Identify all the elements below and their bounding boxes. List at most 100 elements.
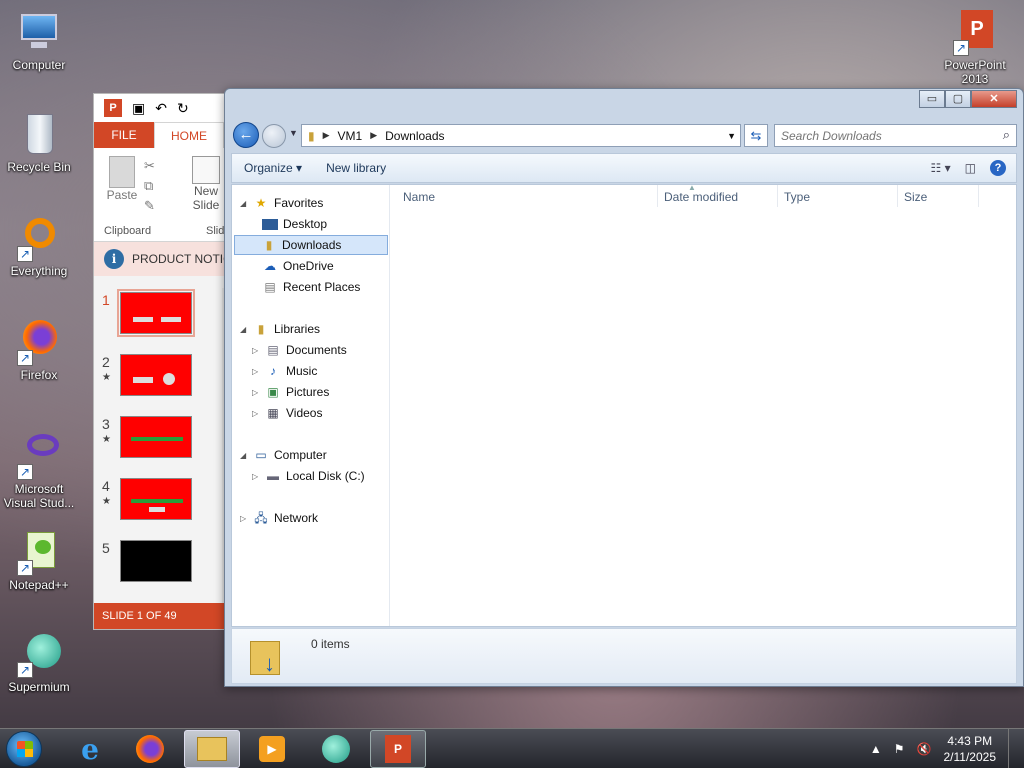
- undo-icon[interactable]: ↶: [155, 100, 167, 117]
- animation-star-icon: ★: [102, 496, 111, 507]
- tab-file[interactable]: FILE: [94, 122, 154, 148]
- expanded-triangle-icon[interactable]: ◢: [240, 451, 248, 460]
- nav-pictures[interactable]: ▷ ▣ Pictures: [252, 382, 329, 402]
- collapsed-triangle-icon[interactable]: ▷: [252, 472, 260, 481]
- desktop-icon-supermium[interactable]: ↗ Supermium: [0, 630, 78, 694]
- search-input[interactable]: [775, 125, 980, 146]
- slide-thumb-row[interactable]: 2 ★: [102, 354, 192, 396]
- breadcrumb-separator-icon[interactable]: ▶: [323, 130, 330, 141]
- nav-videos[interactable]: ▷ ▦ Videos: [252, 403, 322, 423]
- help-icon[interactable]: ?: [990, 160, 1006, 176]
- collapsed-triangle-icon[interactable]: ▷: [240, 514, 248, 523]
- volume-muted-icon[interactable]: 🔇: [917, 742, 932, 756]
- new-library-button[interactable]: New library: [314, 161, 398, 175]
- desktop-icon-everything[interactable]: ↗ Everything: [0, 214, 78, 278]
- search-icon[interactable]: ⌕: [1003, 127, 1010, 143]
- copy-icon[interactable]: ⧉: [144, 176, 155, 196]
- powerpoint-window[interactable]: P ▣ ↶ ↻ FILE HOME Paste ✂ ⧉ ✎ New Slide …: [93, 93, 233, 630]
- paste-button[interactable]: Paste: [104, 156, 140, 202]
- desktop-icon-recycle-bin[interactable]: Recycle Bin: [0, 110, 78, 174]
- nav-favorites[interactable]: ◢ ★ Favorites: [240, 193, 323, 213]
- column-size[interactable]: Size: [904, 190, 927, 204]
- recent-pages-dropdown[interactable]: ▼: [289, 128, 298, 138]
- back-button[interactable]: ←: [233, 122, 259, 148]
- new-slide-button[interactable]: New Slide: [186, 156, 226, 212]
- items-count: 0 items: [311, 637, 350, 651]
- desktop-icon-powerpoint[interactable]: P ↗ PowerPoint 2013: [936, 8, 1014, 86]
- taskbar-media-player[interactable]: ▶: [244, 730, 300, 768]
- slide-thumbnail[interactable]: [120, 540, 192, 582]
- nav-local-disk[interactable]: ▷ ▬ Local Disk (C:): [252, 466, 365, 486]
- address-bar[interactable]: ▮ ▶ VM1 ▶ Downloads ▼: [301, 124, 741, 147]
- expanded-triangle-icon[interactable]: ◢: [240, 199, 248, 208]
- show-hidden-icons-icon[interactable]: ▲: [870, 742, 882, 756]
- maximize-button[interactable]: ▢: [945, 90, 971, 108]
- column-divider[interactable]: [777, 185, 778, 207]
- save-icon[interactable]: ▣: [132, 100, 145, 117]
- slide-thumbnail[interactable]: [120, 354, 192, 396]
- search-box[interactable]: ⌕: [774, 124, 1017, 147]
- desktop-icon-visual-studio[interactable]: ↗ Microsoft Visual Stud...: [0, 432, 78, 510]
- slide-thumb-row[interactable]: 5: [102, 540, 192, 582]
- start-button[interactable]: [6, 731, 42, 767]
- breadcrumb-downloads[interactable]: Downloads: [385, 129, 444, 143]
- column-divider[interactable]: [657, 185, 658, 207]
- desktop-icon-firefox[interactable]: ↗ Firefox: [0, 318, 78, 382]
- refresh-button[interactable]: ⇆: [744, 124, 768, 147]
- nav-documents[interactable]: ▷ ▤ Documents: [252, 340, 347, 360]
- column-divider[interactable]: [897, 185, 898, 207]
- nav-downloads[interactable]: ▮ Downloads: [234, 235, 388, 255]
- collapsed-triangle-icon[interactable]: ▷: [252, 367, 260, 376]
- internet-explorer-icon: e: [81, 732, 99, 766]
- nav-recent-places[interactable]: ▤ Recent Places: [262, 277, 360, 297]
- redo-icon[interactable]: ↻: [177, 100, 189, 117]
- change-view-icon[interactable]: ☷ ▾: [931, 161, 951, 175]
- show-desktop-button[interactable]: [1008, 729, 1018, 768]
- desktop-icon-computer[interactable]: Computer: [0, 8, 78, 72]
- slide-thumb-row[interactable]: 3 ★: [102, 416, 192, 458]
- taskbar-powerpoint[interactable]: P: [370, 730, 426, 768]
- slide-number: 5: [102, 540, 110, 556]
- organize-button[interactable]: Organize ▾: [232, 161, 314, 175]
- slides-group-label: Slid: [206, 225, 225, 237]
- nav-music[interactable]: ▷ ♪ Music: [252, 361, 317, 381]
- column-type[interactable]: Type: [784, 190, 810, 204]
- column-date-modified[interactable]: Date modified: [664, 190, 738, 204]
- expanded-triangle-icon[interactable]: ◢: [240, 325, 248, 334]
- collapsed-triangle-icon[interactable]: ▷: [252, 346, 260, 355]
- slide-thumb-row[interactable]: 4 ★: [102, 478, 192, 520]
- nav-libraries[interactable]: ◢ ▮ Libraries: [240, 319, 320, 339]
- breadcrumb-vm1[interactable]: VM1: [338, 129, 363, 143]
- desktop-icon-label: Supermium: [8, 680, 70, 694]
- taskbar-firefox[interactable]: [122, 730, 178, 768]
- collapsed-triangle-icon[interactable]: ▷: [252, 409, 260, 418]
- nav-onedrive[interactable]: ☁ OneDrive: [262, 256, 334, 276]
- collapsed-triangle-icon[interactable]: ▷: [252, 388, 260, 397]
- forward-button[interactable]: [262, 124, 286, 148]
- nav-network[interactable]: ▷ 🖧 Network: [240, 508, 318, 528]
- slide-thumbnail[interactable]: [117, 289, 195, 337]
- taskbar-supermium[interactable]: [308, 730, 364, 768]
- breadcrumb-separator-icon[interactable]: ▶: [370, 130, 377, 141]
- column-divider[interactable]: [978, 185, 979, 207]
- clock[interactable]: 4:43 PM 2/11/2025: [944, 733, 997, 765]
- nav-computer[interactable]: ◢ ▭ Computer: [240, 445, 327, 465]
- taskbar-internet-explorer[interactable]: e: [62, 730, 118, 768]
- minimize-button[interactable]: ▭: [919, 90, 945, 108]
- slide-thumbnail[interactable]: [120, 416, 192, 458]
- nav-label: OneDrive: [283, 259, 334, 273]
- column-name[interactable]: Name: [403, 190, 435, 204]
- close-button[interactable]: ✕: [971, 90, 1017, 108]
- slide-thumbnail[interactable]: [120, 478, 192, 520]
- nav-desktop[interactable]: Desktop: [262, 214, 327, 234]
- action-center-flag-icon[interactable]: ⚑: [894, 742, 905, 756]
- slide-thumb-row[interactable]: 1: [102, 289, 195, 337]
- preview-pane-icon[interactable]: ◫: [965, 161, 976, 175]
- address-dropdown-icon[interactable]: ▼: [727, 131, 736, 141]
- explorer-window[interactable]: ▭ ▢ ✕ ← ▼ ▮ ▶ VM1 ▶ Downloads ▼ ⇆ ⌕ Orga…: [224, 88, 1024, 687]
- format-painter-icon[interactable]: ✎: [144, 196, 155, 216]
- tab-home[interactable]: HOME: [154, 122, 224, 148]
- cut-icon[interactable]: ✂: [144, 156, 155, 176]
- taskbar-file-explorer[interactable]: [184, 730, 240, 768]
- desktop-icon-notepadpp[interactable]: ↗ Notepad++: [0, 528, 78, 592]
